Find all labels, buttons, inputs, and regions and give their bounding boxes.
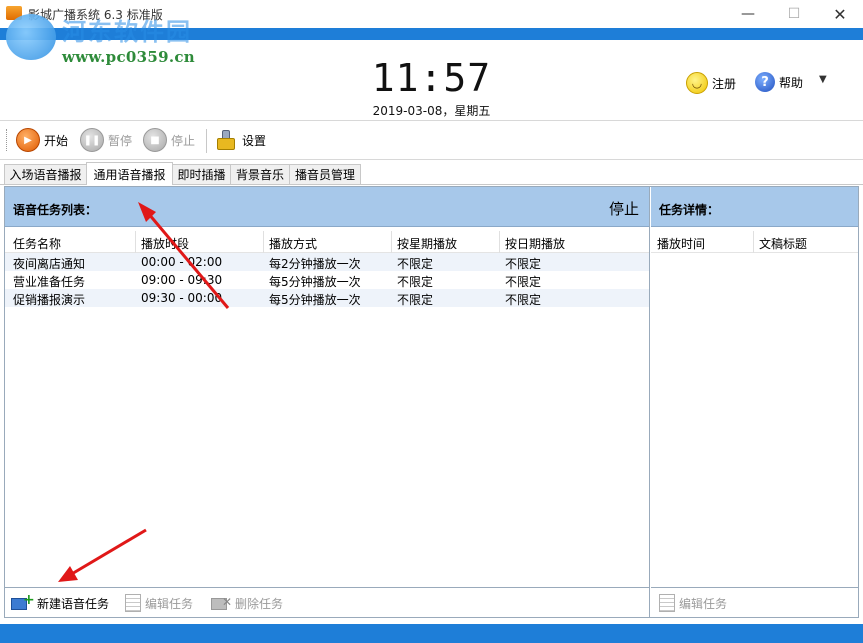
start-button[interactable]: ▶ 开始 (16, 127, 68, 153)
column-header[interactable]: 播放时间 (657, 235, 705, 252)
watermark-url: www.pc0359.cn (62, 48, 195, 66)
settings-button[interactable]: 设置 (214, 127, 266, 153)
start-label: 开始 (44, 133, 69, 148)
column-header[interactable]: 文稿标题 (759, 235, 807, 252)
minimize-button[interactable]: — (725, 0, 771, 28)
time-range-cell: 09:00 - 09:30 (141, 273, 223, 287)
table-row[interactable]: 夜间离店通知 00:00 - 02:00 每2分钟播放一次 不限定 不限定 (5, 253, 649, 271)
column-header[interactable]: 播放方式 (269, 235, 317, 252)
smiley-icon: ◡ (686, 72, 708, 94)
edit-detail-label: 编辑任务 (679, 596, 728, 611)
weekday-cell: 不限定 (397, 275, 434, 289)
edit-detail-task-button[interactable]: 编辑任务 (659, 594, 727, 612)
play-icon: ▶ (16, 128, 40, 152)
delete-task-label: 删除任务 (235, 596, 284, 611)
table-row[interactable]: 促销播报演示 09:30 - 00:00 每5分钟播放一次 不限定 不限定 (5, 289, 649, 307)
weekday-cell: 不限定 (397, 257, 434, 271)
maximize-button[interactable]: ☐ (771, 0, 817, 28)
tab-entry-broadcast[interactable]: 入场语音播报 (4, 164, 87, 184)
play-mode-cell: 每5分钟播放一次 (269, 293, 361, 307)
document-icon (125, 594, 141, 612)
column-header[interactable]: 任务名称 (13, 235, 61, 252)
task-detail-table: 播放时间 文稿标题 (651, 231, 858, 253)
task-detail-footer: 编辑任务 (651, 587, 858, 617)
toolbar-separator (206, 129, 207, 153)
main-content: 语音任务列表： 停止 任务名称 播放时段 播放方式 按星期播放 按日期播放 夜间… (4, 186, 859, 618)
stop-label: 停止 (171, 133, 196, 148)
pause-button[interactable]: ❚❚ 暂停 (80, 127, 132, 153)
pause-icon: ❚❚ (80, 128, 104, 152)
column-divider (135, 231, 136, 253)
help-button[interactable]: ? 帮助 (755, 72, 803, 92)
column-divider (499, 231, 500, 253)
play-mode-cell: 每5分钟播放一次 (269, 275, 361, 289)
toolbar-grip (6, 129, 9, 151)
task-list-panel: 语音任务列表： 停止 任务名称 播放时段 播放方式 按星期播放 按日期播放 夜间… (5, 187, 650, 617)
pause-label: 暂停 (108, 133, 133, 148)
column-header[interactable]: 按日期播放 (505, 235, 565, 252)
task-detail-table-header: 播放时间 文稿标题 (651, 231, 858, 253)
task-name-cell: 促销播报演示 (13, 293, 86, 307)
tab-bar: 入场语音播报 通用语音播报 即时插播 背景音乐 播音员管理 (0, 162, 863, 185)
watermark-site-name: 河东软件园 (62, 18, 192, 46)
delete-task-icon: ✕ (211, 595, 232, 611)
help-icon: ? (755, 72, 775, 92)
column-divider (391, 231, 392, 253)
time-range-cell: 00:00 - 02:00 (141, 255, 223, 269)
register-label: 注册 (712, 76, 737, 91)
task-detail-header: 任务详情： (651, 187, 858, 227)
column-divider (753, 231, 754, 253)
add-task-icon: + (11, 593, 35, 611)
task-detail-title: 任务详情： (659, 203, 720, 217)
toolbar: ▶ 开始 ❚❚ 暂停 ■ 停止 设置 (0, 120, 863, 160)
register-button[interactable]: ◡ 注册 (686, 72, 736, 94)
settings-label: 设置 (242, 133, 267, 148)
document-icon (659, 594, 675, 612)
column-header[interactable]: 播放时段 (141, 235, 189, 252)
watermark-logo (6, 14, 56, 60)
task-name-cell: 营业准备任务 (13, 275, 86, 289)
clock-date: 2019-03-08，星期五 (372, 104, 491, 118)
new-task-label: 新建语音任务 (37, 596, 110, 611)
new-voice-task-button[interactable]: + 新建语音任务 (11, 593, 110, 612)
column-header[interactable]: 按星期播放 (397, 235, 457, 252)
tab-announcer-management[interactable]: 播音员管理 (289, 164, 361, 184)
column-divider (263, 231, 264, 253)
stop-icon: ■ (143, 128, 167, 152)
tab-background-music[interactable]: 背景音乐 (230, 164, 290, 184)
time-range-cell: 09:30 - 00:00 (141, 291, 223, 305)
help-label: 帮助 (779, 75, 804, 90)
bottom-accent-bar (0, 624, 863, 643)
date-cell: 不限定 (505, 257, 542, 271)
chevron-down-icon[interactable]: ▼ (819, 74, 827, 85)
date-cell: 不限定 (505, 275, 542, 289)
edit-task-label: 编辑任务 (145, 596, 194, 611)
edit-task-button[interactable]: 编辑任务 (125, 594, 193, 612)
close-button[interactable]: ✕ (817, 0, 863, 28)
tab-instant-insert[interactable]: 即时插播 (172, 164, 231, 184)
playback-status: 停止 (608, 200, 639, 218)
task-name-cell: 夜间离店通知 (13, 257, 86, 271)
weekday-cell: 不限定 (397, 293, 434, 307)
settings-icon (214, 128, 238, 152)
play-mode-cell: 每2分钟播放一次 (269, 257, 361, 271)
date-cell: 不限定 (505, 293, 542, 307)
task-detail-panel: 任务详情： 播放时间 文稿标题 编辑任务 (651, 187, 858, 617)
task-list-footer: + 新建语音任务 编辑任务 ✕ 删除任务 (5, 587, 649, 617)
stop-button[interactable]: ■ 停止 (143, 127, 195, 153)
task-list-header: 语音任务列表： 停止 (5, 187, 649, 227)
task-table-header: 任务名称 播放时段 播放方式 按星期播放 按日期播放 (5, 231, 649, 253)
task-table: 任务名称 播放时段 播放方式 按星期播放 按日期播放 夜间离店通知 00:00 … (5, 231, 649, 307)
task-list-title: 语音任务列表： (13, 203, 98, 217)
tab-general-broadcast[interactable]: 通用语音播报 (86, 162, 173, 185)
table-row[interactable]: 营业准备任务 09:00 - 09:30 每5分钟播放一次 不限定 不限定 (5, 271, 649, 289)
delete-task-button[interactable]: ✕ 删除任务 (211, 594, 283, 612)
